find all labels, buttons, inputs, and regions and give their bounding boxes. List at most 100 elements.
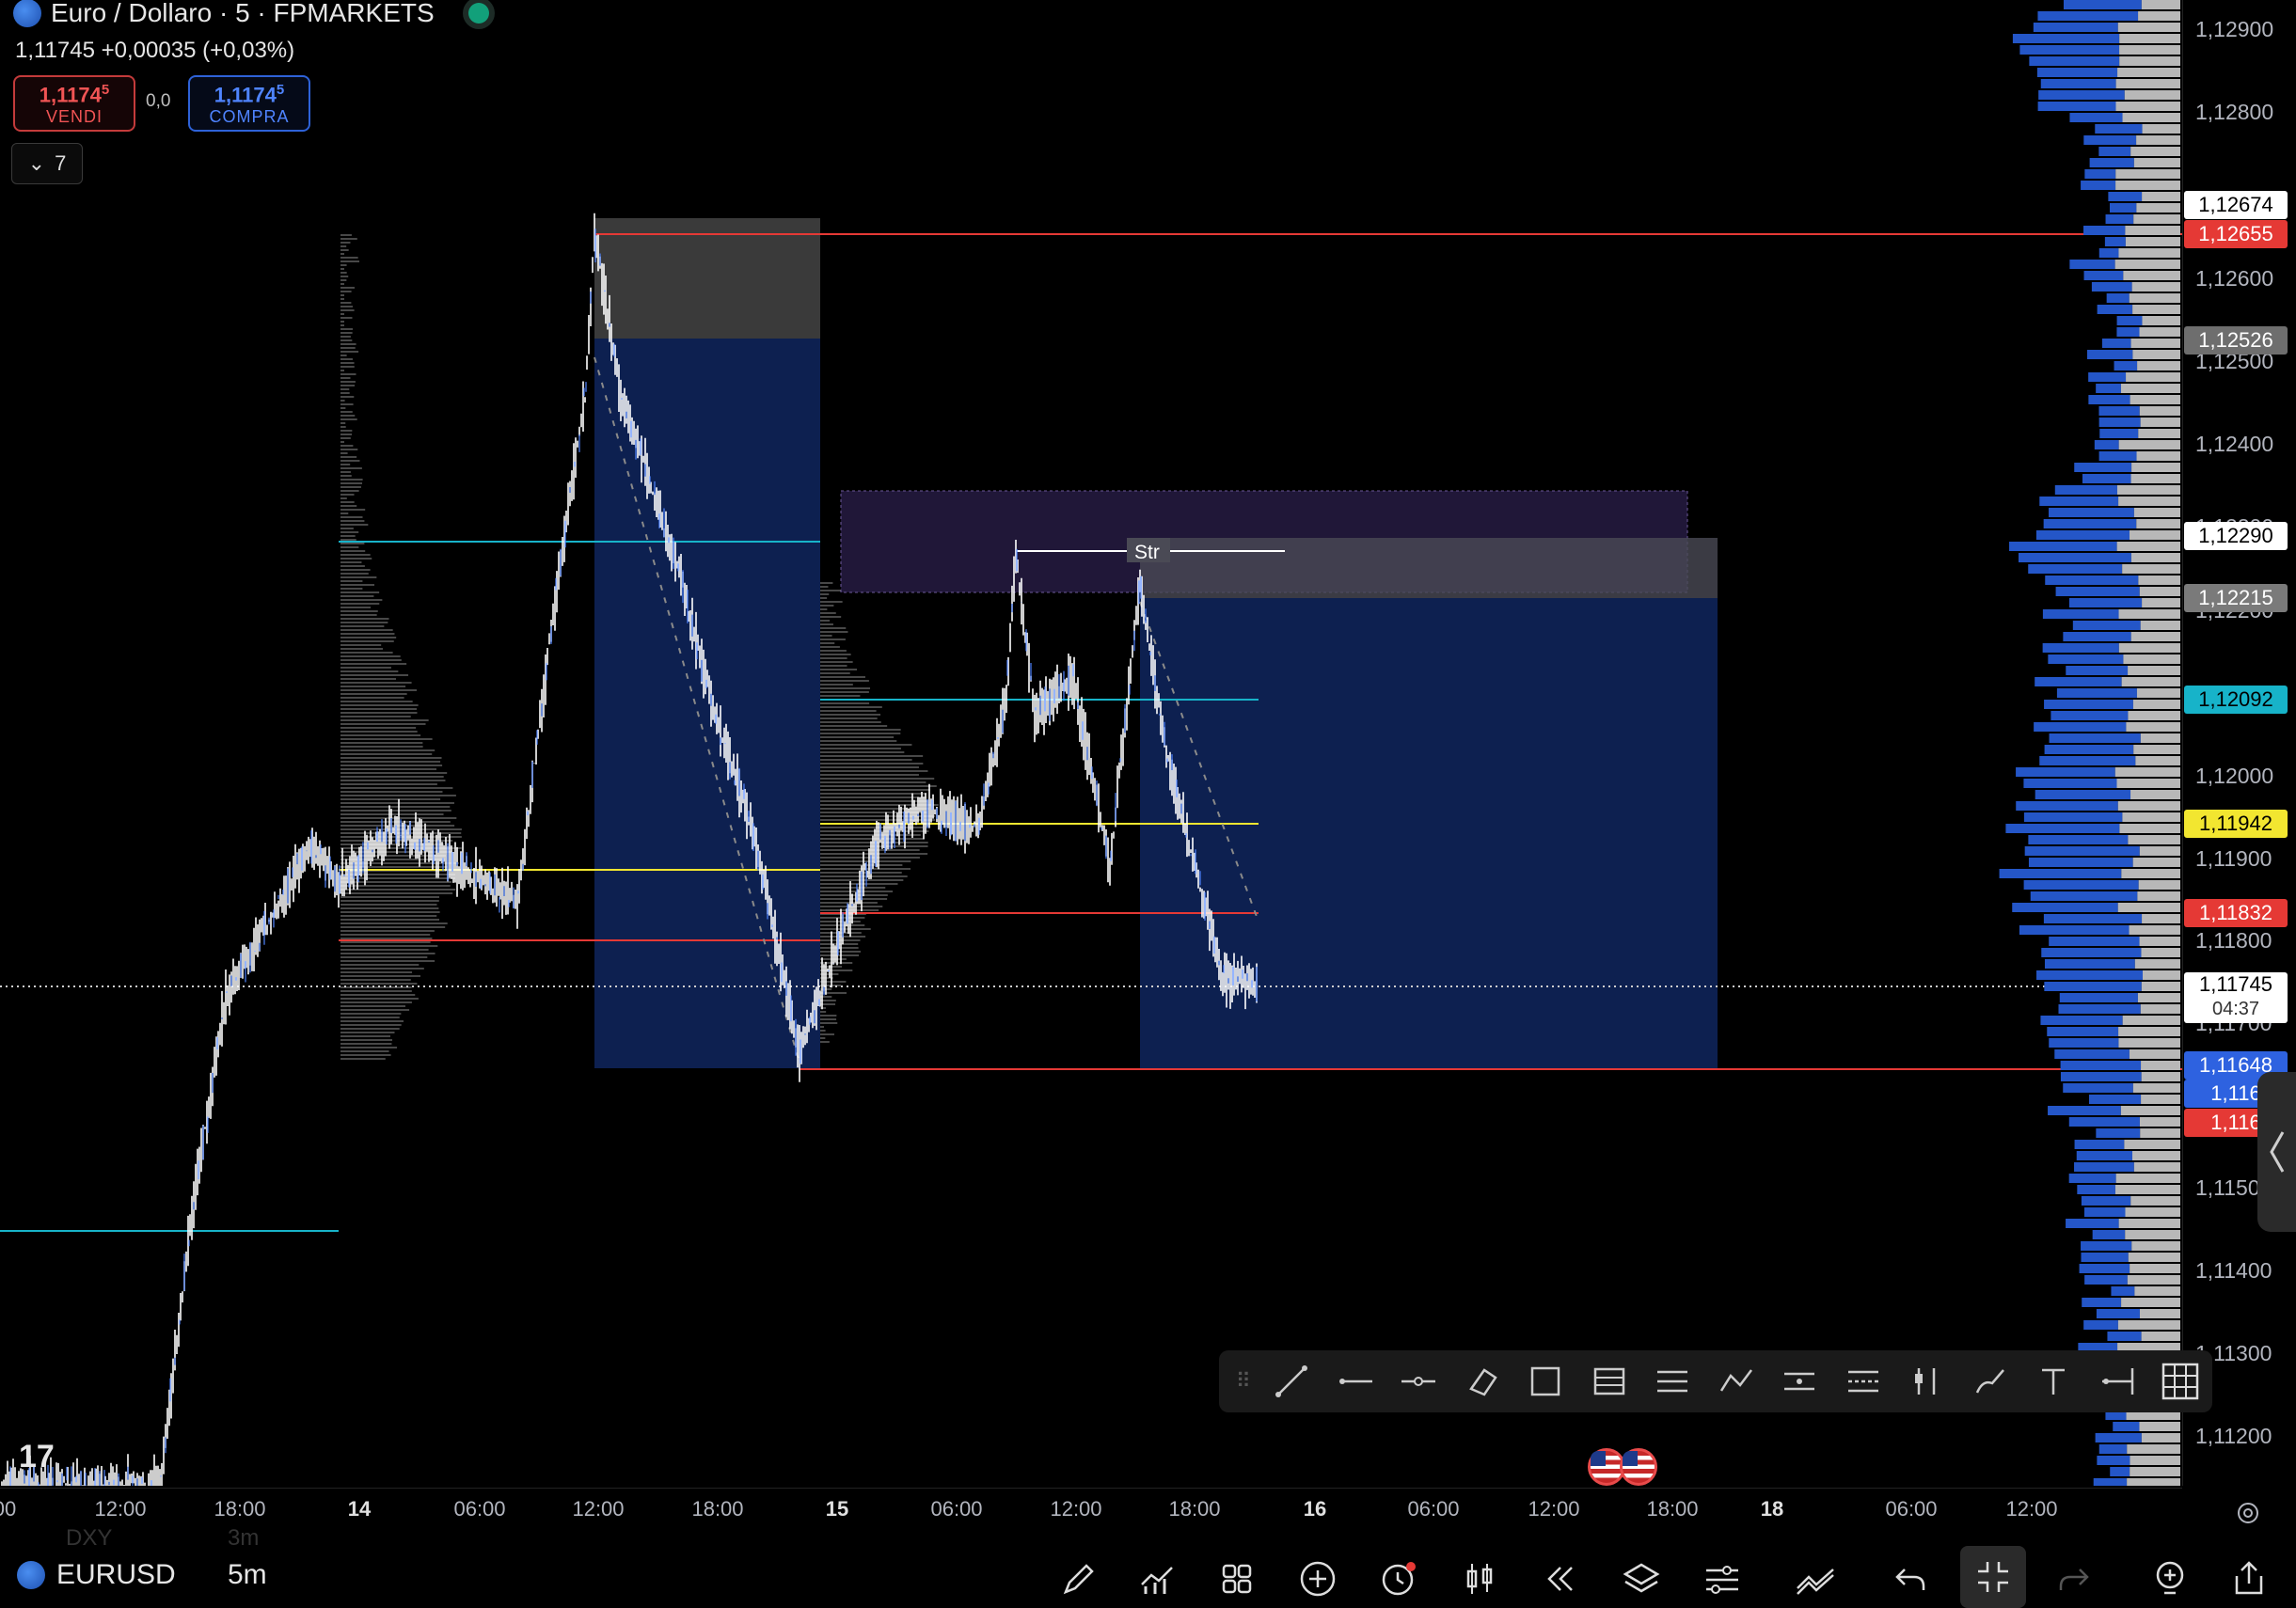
volume-bar-sell: [2128, 835, 2180, 844]
symbol-title[interactable]: Euro / Dollaro · 5 · FPMARKETS: [13, 0, 489, 28]
fullscreen-exit-button[interactable]: [1960, 1546, 2026, 1608]
arrow-marker-tool[interactable]: [2085, 1350, 2148, 1412]
trend-line-tool[interactable]: [1260, 1350, 1323, 1412]
text-tool[interactable]: [2022, 1350, 2085, 1412]
drag-handle-icon[interactable]: ⠿: [1227, 1369, 1260, 1394]
time-tick: 06:00: [930, 1497, 983, 1521]
eraser-tool[interactable]: [1450, 1350, 1513, 1412]
volume-bar-buy: [2088, 372, 2127, 382]
volume-bar-sell: [2130, 147, 2180, 156]
volume-bar-sell: [2137, 993, 2180, 1002]
volume-bar-sell: [2115, 1174, 2180, 1183]
volume-bar-sell: [2118, 440, 2180, 449]
volume-bar-buy: [2104, 237, 2126, 246]
layouts-icon: [1222, 1564, 1252, 1594]
table-tool[interactable]: [1577, 1350, 1640, 1412]
volume-bar-buy: [2094, 440, 2119, 449]
chevron-left-icon: [2269, 1131, 2284, 1173]
buy-button[interactable]: 1,11745 COMPRA: [188, 75, 310, 132]
price-tick: 1,12900: [2195, 17, 2274, 41]
horizontal-line-tool[interactable]: [1387, 1350, 1450, 1412]
volume-bar-buy: [2048, 654, 2124, 664]
layers-button[interactable]: [1618, 1555, 1665, 1602]
path-tool[interactable]: [1704, 1350, 1767, 1412]
volume-bar-buy: [2082, 1298, 2122, 1307]
settings-button[interactable]: [1699, 1555, 1746, 1602]
volume-bar-sell: [2130, 632, 2180, 641]
indicators-button[interactable]: [1133, 1555, 1180, 1602]
us-flag-icon[interactable]: [1620, 1448, 1657, 1486]
volume-bar-sell: [2129, 1049, 2180, 1059]
symbol-selector[interactable]: EURUSD: [17, 1559, 176, 1591]
time-tick: 18: [1760, 1497, 1784, 1521]
volume-bar-sell: [2121, 869, 2180, 878]
volume-bar-sell: [2136, 203, 2180, 213]
parallel-channel-tool[interactable]: [1768, 1350, 1831, 1412]
volume-bar-buy: [2081, 1196, 2131, 1206]
volume-bar-sell: [2142, 192, 2180, 201]
volume-bar-sell: [2114, 767, 2180, 777]
ideas-button[interactable]: [2146, 1555, 2193, 1602]
volume-bar-sell: [2119, 824, 2180, 833]
volume-bar-buy: [2023, 812, 2123, 822]
volume-bar-sell: [2130, 1467, 2180, 1476]
side-panel-handle[interactable]: [2257, 1072, 2296, 1232]
volume-bar-buy: [2088, 395, 2130, 404]
volume-bar-sell: [2125, 1230, 2180, 1239]
volume-bar-sell: [2140, 418, 2180, 427]
volume-bar-sell: [2125, 237, 2180, 246]
volume-bar-buy: [2059, 993, 2138, 1002]
volume-bar-sell: [2121, 677, 2180, 686]
volume-bar-sell: [2140, 1128, 2180, 1138]
volume-bar-buy: [2056, 688, 2137, 698]
indicators-collapse-button[interactable]: ⌄ 7: [11, 143, 83, 184]
alert-button[interactable]: [1375, 1555, 1422, 1602]
volume-bar-buy: [2083, 1207, 2126, 1217]
share-icon: [2235, 1561, 2263, 1595]
brush-tool[interactable]: [1958, 1350, 2021, 1412]
volume-bar-buy: [2097, 305, 2133, 314]
arrow-marker-icon: [2101, 1368, 2134, 1395]
volume-bar-buy: [2096, 1309, 2140, 1318]
long-position-tool[interactable]: [1895, 1350, 1958, 1412]
undo-button[interactable]: [1887, 1555, 1934, 1602]
volume-bar-buy: [2081, 181, 2116, 190]
horizontal-ray-tool[interactable]: [1323, 1350, 1386, 1412]
volume-bar-buy: [2095, 1433, 2142, 1442]
volume-bar-buy: [2068, 1117, 2140, 1127]
grid-tool[interactable]: [2149, 1350, 2212, 1412]
share-button[interactable]: [2225, 1555, 2272, 1602]
pencil-button[interactable]: [1055, 1555, 1102, 1602]
timeframe-selector[interactable]: 5m: [228, 1559, 267, 1591]
volume-bar-buy: [2099, 429, 2139, 438]
time-tick: 18:00: [1168, 1497, 1221, 1521]
time-tick: 15: [825, 1497, 849, 1521]
volume-bar-sell: [2139, 937, 2180, 946]
volume-bar-sell: [2131, 1151, 2180, 1160]
price-tag: 1,12674: [2184, 191, 2288, 219]
volume-bar-buy: [2107, 1332, 2142, 1341]
volume-bar-sell: [2130, 1264, 2180, 1273]
sell-button[interactable]: 1,11745 VENDI: [13, 75, 135, 132]
pencil-icon: [1063, 1564, 1094, 1595]
tradingview-logo: 17: [19, 1439, 55, 1474]
volume-bar-sell: [2118, 497, 2180, 506]
economic-events[interactable]: [1588, 1448, 1657, 1486]
redo-button[interactable]: [2051, 1555, 2098, 1602]
volume-bar-buy: [2009, 542, 2117, 551]
fib-retracement-tool[interactable]: [1641, 1350, 1704, 1412]
layouts-button[interactable]: [1213, 1555, 1260, 1602]
path-icon: [1719, 1369, 1752, 1392]
volume-bar-sell: [2140, 621, 2180, 630]
gear-icon[interactable]: [2229, 1499, 2267, 1527]
compare-button[interactable]: [1793, 1555, 1840, 1602]
volume-bar-sell: [2118, 248, 2180, 258]
price-chart[interactable]: Str: [0, 0, 2182, 1486]
replay-button[interactable]: [1537, 1555, 1584, 1602]
globe-icon: [17, 1561, 45, 1589]
rectangle-tool[interactable]: [1514, 1350, 1577, 1412]
add-button[interactable]: [1294, 1555, 1341, 1602]
regression-tool[interactable]: [1831, 1350, 1894, 1412]
chart-type-button[interactable]: [1456, 1555, 1503, 1602]
volume-bar-buy: [2058, 1004, 2141, 1014]
